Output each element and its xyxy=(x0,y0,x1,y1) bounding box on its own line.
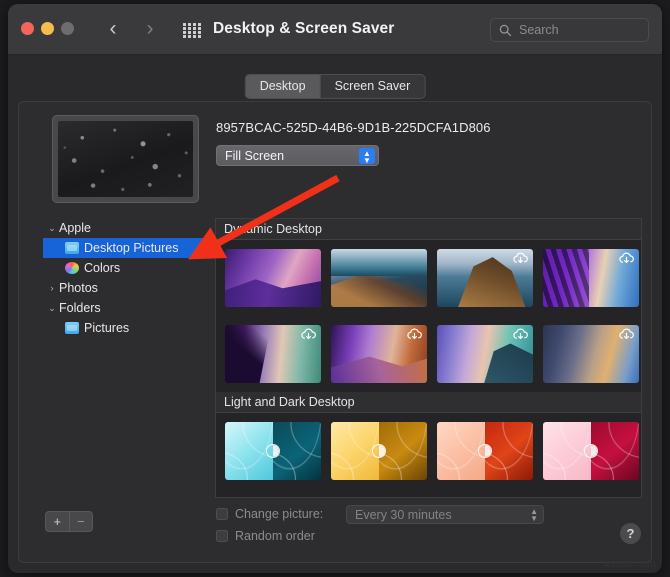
folder-icon xyxy=(65,242,79,254)
sidebar-item-label: Photos xyxy=(59,281,98,295)
thumbnail-row xyxy=(216,413,641,489)
search-input[interactable]: Search xyxy=(519,23,559,37)
cloud-download-icon[interactable] xyxy=(512,328,529,341)
forward-button[interactable]: › xyxy=(140,17,160,41)
stepper-arrows-icon[interactable]: ▲ ▼ xyxy=(530,508,538,523)
desktop-pane: 8957BCAC-525D-44B6-9D1B-225DCFA1D806 Fil… xyxy=(18,101,652,563)
sidebar-item-folders[interactable]: ⌄ Folders xyxy=(43,298,214,318)
window-titlebar: ‹ › Desktop & Screen Saver Search xyxy=(8,4,662,55)
cloud-download-icon[interactable] xyxy=(618,252,635,265)
wallpaper-thumb-solar-gradients-pink[interactable] xyxy=(543,422,639,480)
wallpaper-thumb-big-sur-abstract[interactable] xyxy=(543,249,639,307)
help-button[interactable]: ? xyxy=(620,523,641,544)
source-sidebar[interactable]: ⌄ Apple Desktop Pictures Colors › Photos… xyxy=(43,218,214,498)
current-picture-name: 8957BCAC-525D-44B6-9D1B-225DCFA1D806 xyxy=(216,120,491,135)
cloud-download-icon[interactable] xyxy=(406,252,423,265)
thumbnail-row xyxy=(216,240,641,316)
half-circle-icon xyxy=(372,444,386,458)
wallpaper-thumb-solar-gradients-cyan[interactable] xyxy=(225,422,321,480)
tab-desktop[interactable]: Desktop xyxy=(245,75,321,98)
random-order-checkbox[interactable] xyxy=(216,530,228,542)
sidebar-item-label: Colors xyxy=(84,261,121,275)
cloud-download-icon[interactable] xyxy=(618,328,635,341)
color-wheel-icon xyxy=(65,262,79,274)
search-field[interactable]: Search xyxy=(490,18,649,42)
cloud-download-icon[interactable] xyxy=(406,328,423,341)
sidebar-item-apple[interactable]: ⌄ Apple xyxy=(43,218,214,238)
cloud-download-icon[interactable] xyxy=(300,328,317,341)
change-interval-value: Every 30 minutes xyxy=(355,508,452,522)
watermark: wsxdn.com xyxy=(603,559,656,570)
sidebar-item-colors[interactable]: Colors xyxy=(43,258,214,278)
sidebar-item-label: Apple xyxy=(59,221,91,235)
show-all-grid-icon[interactable] xyxy=(183,23,202,38)
close-button[interactable] xyxy=(21,22,34,35)
minimize-button[interactable] xyxy=(41,22,54,35)
wallpaper-thumb-big-sur-shore[interactable] xyxy=(437,325,533,383)
section-header-dynamic-desktop: Dynamic Desktop xyxy=(216,219,641,240)
random-order-label: Random order xyxy=(235,529,315,543)
thumbnail-row xyxy=(216,316,641,392)
zoom-button[interactable] xyxy=(61,22,74,35)
preferences-window: ‹ › Desktop & Screen Saver Search Deskto… xyxy=(8,4,662,573)
wallpaper-thumb-mojave-day[interactable] xyxy=(225,249,321,307)
wallpaper-thumb-catalina-coast[interactable] xyxy=(331,249,427,307)
change-picture-row[interactable]: Change picture: xyxy=(216,507,323,521)
sidebar-item-label: Desktop Pictures xyxy=(84,241,179,255)
fit-mode-select[interactable]: Fill Screen ▲ ▼ xyxy=(216,145,379,166)
wallpaper-thumb-solar-gradients-red[interactable] xyxy=(437,422,533,480)
wallpaper-browser[interactable]: Dynamic Desktop Light and Dark Desktop xyxy=(215,218,642,498)
wallpaper-thumb-big-sur-gradient[interactable] xyxy=(543,325,639,383)
page-title: Desktop & Screen Saver xyxy=(213,20,395,37)
half-circle-icon xyxy=(478,444,492,458)
change-picture-checkbox[interactable] xyxy=(216,508,228,520)
wallpaper-preview-image xyxy=(58,121,193,197)
chevron-right-icon[interactable]: › xyxy=(45,283,59,293)
folder-icon xyxy=(65,322,79,334)
wallpaper-thumb-big-sur-dunes[interactable] xyxy=(331,325,427,383)
tab-screen-saver[interactable]: Screen Saver xyxy=(321,75,425,98)
wallpaper-preview xyxy=(52,115,199,203)
search-icon xyxy=(499,24,512,37)
half-circle-icon xyxy=(584,444,598,458)
wallpaper-thumb-catalina-island[interactable] xyxy=(437,249,533,307)
sidebar-item-desktop-pictures[interactable]: Desktop Pictures xyxy=(43,238,214,258)
chevron-down-icon[interactable]: ⌄ xyxy=(45,303,59,314)
sidebar-item-photos[interactable]: › Photos xyxy=(43,278,214,298)
fit-mode-value: Fill Screen xyxy=(225,149,285,163)
wallpaper-thumb-solar-gradients-yellow[interactable] xyxy=(331,422,427,480)
random-order-row[interactable]: Random order xyxy=(216,529,315,543)
sidebar-item-label: Folders xyxy=(59,301,101,315)
remove-folder-button[interactable]: − xyxy=(70,512,93,531)
back-button[interactable]: ‹ xyxy=(103,17,123,41)
sidebar-item-label: Pictures xyxy=(84,321,130,335)
chevron-down-icon[interactable]: ⌄ xyxy=(45,223,59,234)
sidebar-item-pictures[interactable]: Pictures xyxy=(43,318,214,338)
tab-bar: Desktop Screen Saver xyxy=(8,55,662,99)
change-picture-label: Change picture: xyxy=(235,507,324,521)
section-header-light-and-dark-desktop: Light and Dark Desktop xyxy=(216,392,641,413)
wallpaper-thumb-big-sur-night[interactable] xyxy=(225,325,321,383)
stepper-arrows-icon[interactable]: ▲ ▼ xyxy=(359,148,375,165)
half-circle-icon xyxy=(266,444,280,458)
cloud-download-icon[interactable] xyxy=(512,252,529,265)
change-interval-select[interactable]: Every 30 minutes ▲ ▼ xyxy=(346,505,544,524)
add-folder-button[interactable]: + xyxy=(46,512,70,531)
add-remove-source-buttons[interactable]: + − xyxy=(45,511,93,532)
